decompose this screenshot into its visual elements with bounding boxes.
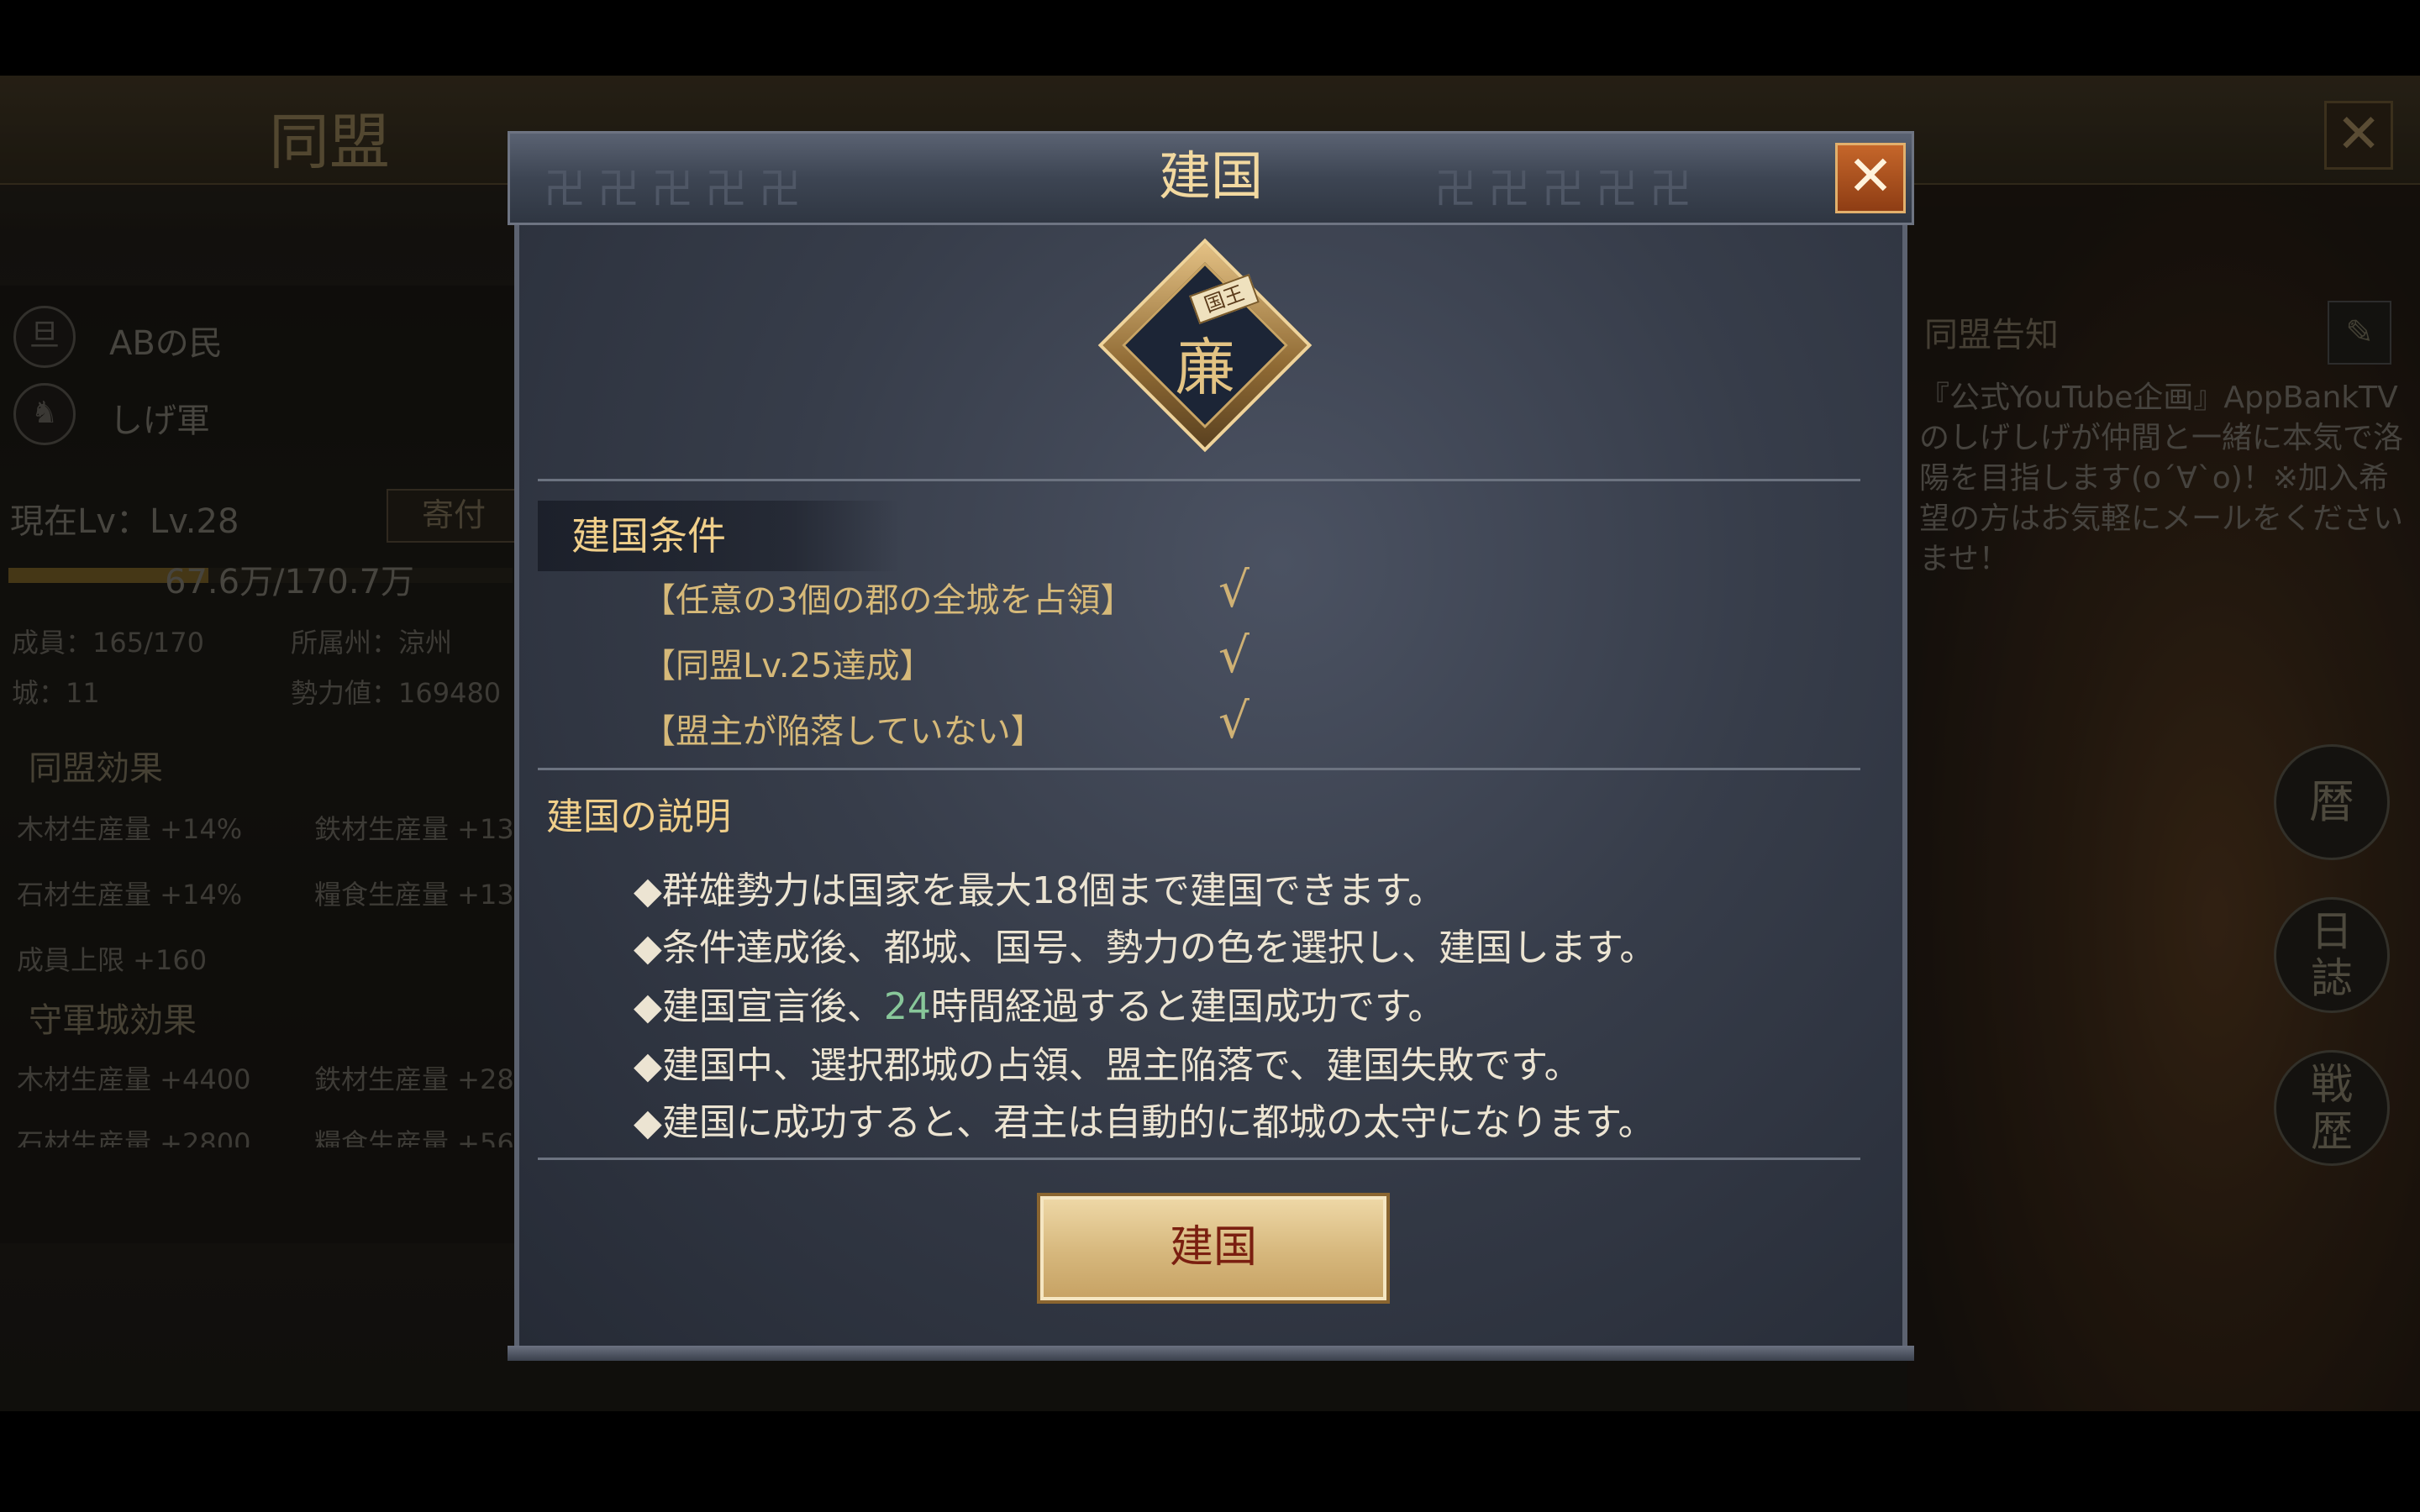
description-line: ◆群雄勢力は国家を最大18個まで建国できます。 [634, 869, 1445, 912]
description-heading: 建国の説明 [546, 795, 731, 838]
close-icon[interactable]: ✕ [1835, 143, 1906, 213]
description-text: ◆建国宣言後、 [634, 985, 884, 1028]
description-line: ◆建国に成功すると、君主は自動的に都城の太守になります。 [634, 1101, 1655, 1144]
dialog-title: 建国 [1158, 145, 1263, 207]
description-line: ◆条件達成後、都城、国号、勢力の色を選択し、建国します。 [634, 927, 1657, 969]
condition-text: 【任意の3個の郡の全城を占領】 [642, 581, 1134, 620]
divider [538, 1158, 1860, 1160]
castle-icon: 亷 [1174, 332, 1236, 404]
check-icon: √ [1218, 692, 1249, 749]
check-icon: √ [1218, 561, 1249, 618]
letterbox-top [0, 0, 2420, 76]
condition-text: 【盟主が陥落していない】 [642, 712, 1044, 751]
found-nation-button[interactable]: 建国 [1037, 1193, 1390, 1304]
hours-highlight: 24 [883, 985, 931, 1028]
dialog-bottom-rail [508, 1346, 1914, 1361]
found-nation-dialog: 卍卍卍卍卍 卍卍卍卍卍 建国 ✕ 亷 国王 建国条件 【任意の3個の郡の全城を占… [508, 131, 1914, 1361]
divider [538, 479, 1860, 481]
description-line: ◆建国中、選択郡城の占領、盟主陥落で、建国失敗です。 [634, 1044, 1581, 1087]
divider [538, 768, 1860, 770]
description-text: 時間経過すると建国成功です。 [930, 985, 1445, 1028]
check-icon: √ [1218, 627, 1249, 684]
description-line: ◆建国宣言後、24時間経過すると建国成功です。 [634, 976, 1444, 1030]
letterbox-bottom [0, 1411, 2420, 1512]
condition-text: 【同盟Lv.25達成】 [642, 647, 934, 685]
conditions-heading: 建国条件 [538, 501, 899, 571]
king-emblem-icon: 亷 国王 [1097, 238, 1313, 453]
